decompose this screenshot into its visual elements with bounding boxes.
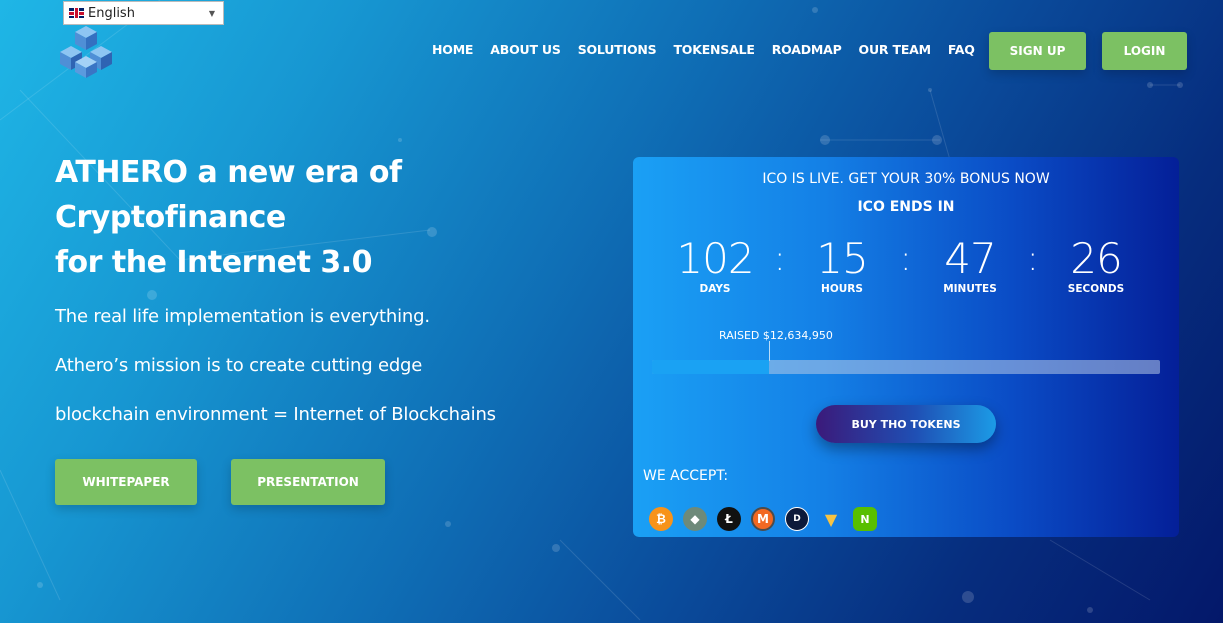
countdown-days: 102 DAYS: [655, 234, 775, 296]
days-value: 102: [676, 234, 754, 283]
language-selector[interactable]: English ▼: [63, 1, 224, 25]
bitcoin-icon: ₿: [649, 507, 673, 531]
hero-text-line-1: The real life implementation is everythi…: [55, 306, 430, 327]
ico-countdown-card: ICO IS LIVE. GET YOUR 30% BONUS NOW ICO …: [633, 157, 1179, 537]
hours-label: HOURS: [821, 283, 863, 295]
nav-about-us[interactable]: ABOUT US: [490, 42, 561, 57]
nav-solutions[interactable]: SOLUTIONS: [578, 42, 657, 57]
funding-progress-bar: [652, 360, 1160, 374]
monero-icon: M: [751, 507, 775, 531]
buy-tokens-button[interactable]: BUY THO TOKENS: [816, 405, 996, 443]
sign-up-button[interactable]: SIGN UP: [989, 32, 1086, 70]
countdown-minutes: 47 MINUTES: [910, 234, 1030, 296]
nav-roadmap[interactable]: ROADMAP: [772, 42, 842, 57]
dash-icon: D: [785, 507, 809, 531]
main-nav: HOME ABOUT US SOLUTIONS TOKENSALE ROADMA…: [432, 42, 992, 57]
neo-icon: N: [853, 507, 877, 531]
nav-tokensale[interactable]: TOKENSALE: [673, 42, 754, 57]
presentation-button[interactable]: PRESENTATION: [231, 459, 385, 505]
hero-title-line-1: ATHERO a new era of: [55, 155, 402, 190]
hero-title-line-3: for the Internet 3.0: [55, 245, 373, 280]
ico-live-text: ICO IS LIVE. GET YOUR 30% BONUS NOW: [762, 171, 1050, 187]
whitepaper-button[interactable]: WHITEPAPER: [55, 459, 197, 505]
seconds-value: 26: [1070, 234, 1122, 283]
hours-value: 15: [816, 234, 868, 283]
uk-flag-icon: [69, 8, 84, 18]
ico-ends-heading: ICO ENDS IN: [857, 199, 955, 215]
minutes-label: MINUTES: [943, 283, 997, 295]
we-accept-label: WE ACCEPT:: [643, 468, 729, 484]
raised-amount: RAISED $12,634,950: [719, 329, 833, 342]
funding-progress-fill: [652, 360, 769, 374]
raised-marker: [769, 341, 770, 361]
hero-title-line-2: Cryptofinance: [55, 200, 286, 235]
accepted-coins: ₿ ◆ Ł M D ▼ N: [649, 507, 877, 531]
days-label: DAYS: [699, 283, 731, 295]
hero-title: ATHERO a new era of Cryptofinance for th…: [55, 150, 575, 285]
chevron-down-icon: ▼: [208, 9, 215, 18]
nav-our-team[interactable]: OUR TEAM: [859, 42, 932, 57]
nav-faq[interactable]: FAQ: [948, 42, 975, 57]
litecoin-icon: Ł: [717, 507, 741, 531]
ethereum-icon: ◆: [683, 507, 707, 531]
countdown-timer: 102 DAYS : 15 HOURS : 47 MINUTES : 26 SE…: [633, 235, 1179, 305]
login-button[interactable]: LOGIN: [1102, 32, 1187, 70]
countdown-hours: 15 HOURS: [782, 234, 902, 296]
nem-icon: ▼: [824, 509, 838, 529]
minutes-value: 47: [944, 234, 996, 283]
hero-text-line-3: blockchain environment = Internet of Blo…: [55, 404, 496, 425]
countdown-seconds: 26 SECONDS: [1036, 234, 1156, 296]
athero-logo[interactable]: [57, 26, 115, 78]
hero-text-line-2: Athero’s mission is to create cutting ed…: [55, 355, 423, 376]
seconds-label: SECONDS: [1067, 283, 1125, 295]
language-selected-label: English: [88, 5, 135, 21]
nav-home[interactable]: HOME: [432, 42, 473, 57]
